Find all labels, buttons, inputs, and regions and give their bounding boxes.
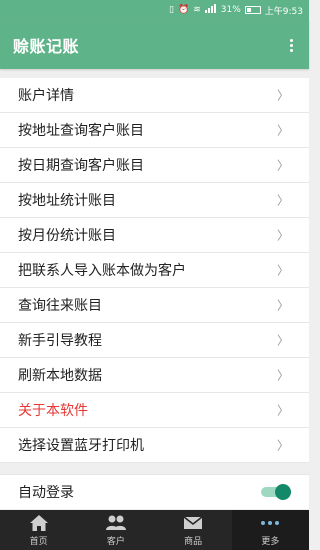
dot-icon <box>289 38 293 42</box>
chevron-right-icon: 〉 <box>276 263 289 278</box>
menu-item-label: 刷新本地数据 <box>18 368 102 384</box>
menu-item-label: 按地址统计账目 <box>18 193 116 209</box>
tab-label: 商品 <box>184 537 203 547</box>
menu-item-label: 关于本软件 <box>18 403 88 419</box>
menu-item-query-by-date[interactable]: 按日期查询客户账目 〉 <box>0 148 309 183</box>
signal-icon <box>204 4 217 16</box>
chevron-right-icon: 〉 <box>276 158 289 173</box>
tab-products[interactable]: 商品 <box>155 510 232 550</box>
mail-icon <box>182 513 204 533</box>
tab-more[interactable]: 更多 <box>231 510 309 550</box>
menu-item-refresh-data[interactable]: 刷新本地数据 〉 <box>0 358 309 393</box>
auto-login-label: 自动登录 <box>18 485 74 501</box>
vibrate-icon: ▯ <box>169 4 174 15</box>
menu-item-label: 按日期查询客户账目 <box>18 158 144 174</box>
menu-item-label: 把联系人导入账本做为客户 <box>18 263 186 279</box>
menu-item-tutorial[interactable]: 新手引导教程 〉 <box>0 323 309 358</box>
menu-item-query-transactions[interactable]: 查询往来账目 〉 <box>0 288 309 323</box>
chevron-right-icon: 〉 <box>276 438 289 453</box>
menu-item-label: 查询往来账目 <box>18 298 102 314</box>
menu-item-label: 新手引导教程 <box>18 333 102 349</box>
tab-home[interactable]: 首页 <box>0 510 77 550</box>
more-icon <box>259 513 281 533</box>
overflow-menu-button[interactable] <box>283 35 299 55</box>
battery-icon <box>244 6 261 14</box>
chevron-right-icon: 〉 <box>276 193 289 208</box>
chevron-right-icon: 〉 <box>276 123 289 138</box>
menu-list: 账户详情 〉 按地址查询客户账目 〉 按日期查询客户账目 〉 按地址统计账目 〉… <box>0 78 309 463</box>
menu-item-query-by-address[interactable]: 按地址查询客户账目 〉 <box>0 113 309 148</box>
menu-item-label: 按月份统计账目 <box>18 228 116 244</box>
tab-label: 首页 <box>29 537 48 547</box>
menu-item-stats-by-month[interactable]: 按月份统计账目 〉 <box>0 218 309 253</box>
toggle-knob <box>275 484 291 500</box>
status-bar: ▯ ⏰ ≋ 31% 上午9:53 <box>0 0 309 20</box>
home-icon <box>28 513 50 533</box>
chevron-right-icon: 〉 <box>276 368 289 383</box>
menu-item-label: 按地址查询客户账目 <box>18 123 144 139</box>
chevron-right-icon: 〉 <box>276 88 289 103</box>
wifi-icon: ≋ <box>193 4 201 15</box>
chevron-right-icon: 〉 <box>276 403 289 418</box>
alarm-icon: ⏰ <box>178 4 190 15</box>
tab-customers[interactable]: 客户 <box>77 510 154 550</box>
menu-item-stats-by-address[interactable]: 按地址统计账目 〉 <box>0 183 309 218</box>
auto-login-row: 自动登录 <box>0 474 309 509</box>
bottom-tab-bar: 首页 客户 商品 更多 <box>0 510 309 550</box>
battery-percent: 31% <box>220 5 241 15</box>
tab-label: 客户 <box>106 537 125 547</box>
chevron-right-icon: 〉 <box>276 333 289 348</box>
people-icon <box>105 513 127 533</box>
menu-item-about[interactable]: 关于本软件 〉 <box>0 393 309 428</box>
menu-item-import-contacts[interactable]: 把联系人导入账本做为客户 〉 <box>0 253 309 288</box>
app-title: 赊账记账 <box>13 36 80 56</box>
tab-label: 更多 <box>261 537 280 547</box>
status-time: 上午9:53 <box>264 6 303 17</box>
dot-icon <box>289 43 293 47</box>
chevron-right-icon: 〉 <box>276 298 289 313</box>
menu-item-bluetooth-printer[interactable]: 选择设置蓝牙打印机 〉 <box>0 428 309 463</box>
app-bar: 赊账记账 <box>0 20 309 69</box>
auto-login-toggle[interactable] <box>261 484 291 500</box>
dot-icon <box>289 48 293 52</box>
chevron-right-icon: 〉 <box>276 228 289 243</box>
menu-item-label: 账户详情 <box>18 88 74 104</box>
menu-item-account-detail[interactable]: 账户详情 〉 <box>0 78 309 113</box>
menu-item-label: 选择设置蓝牙打印机 <box>18 438 144 454</box>
